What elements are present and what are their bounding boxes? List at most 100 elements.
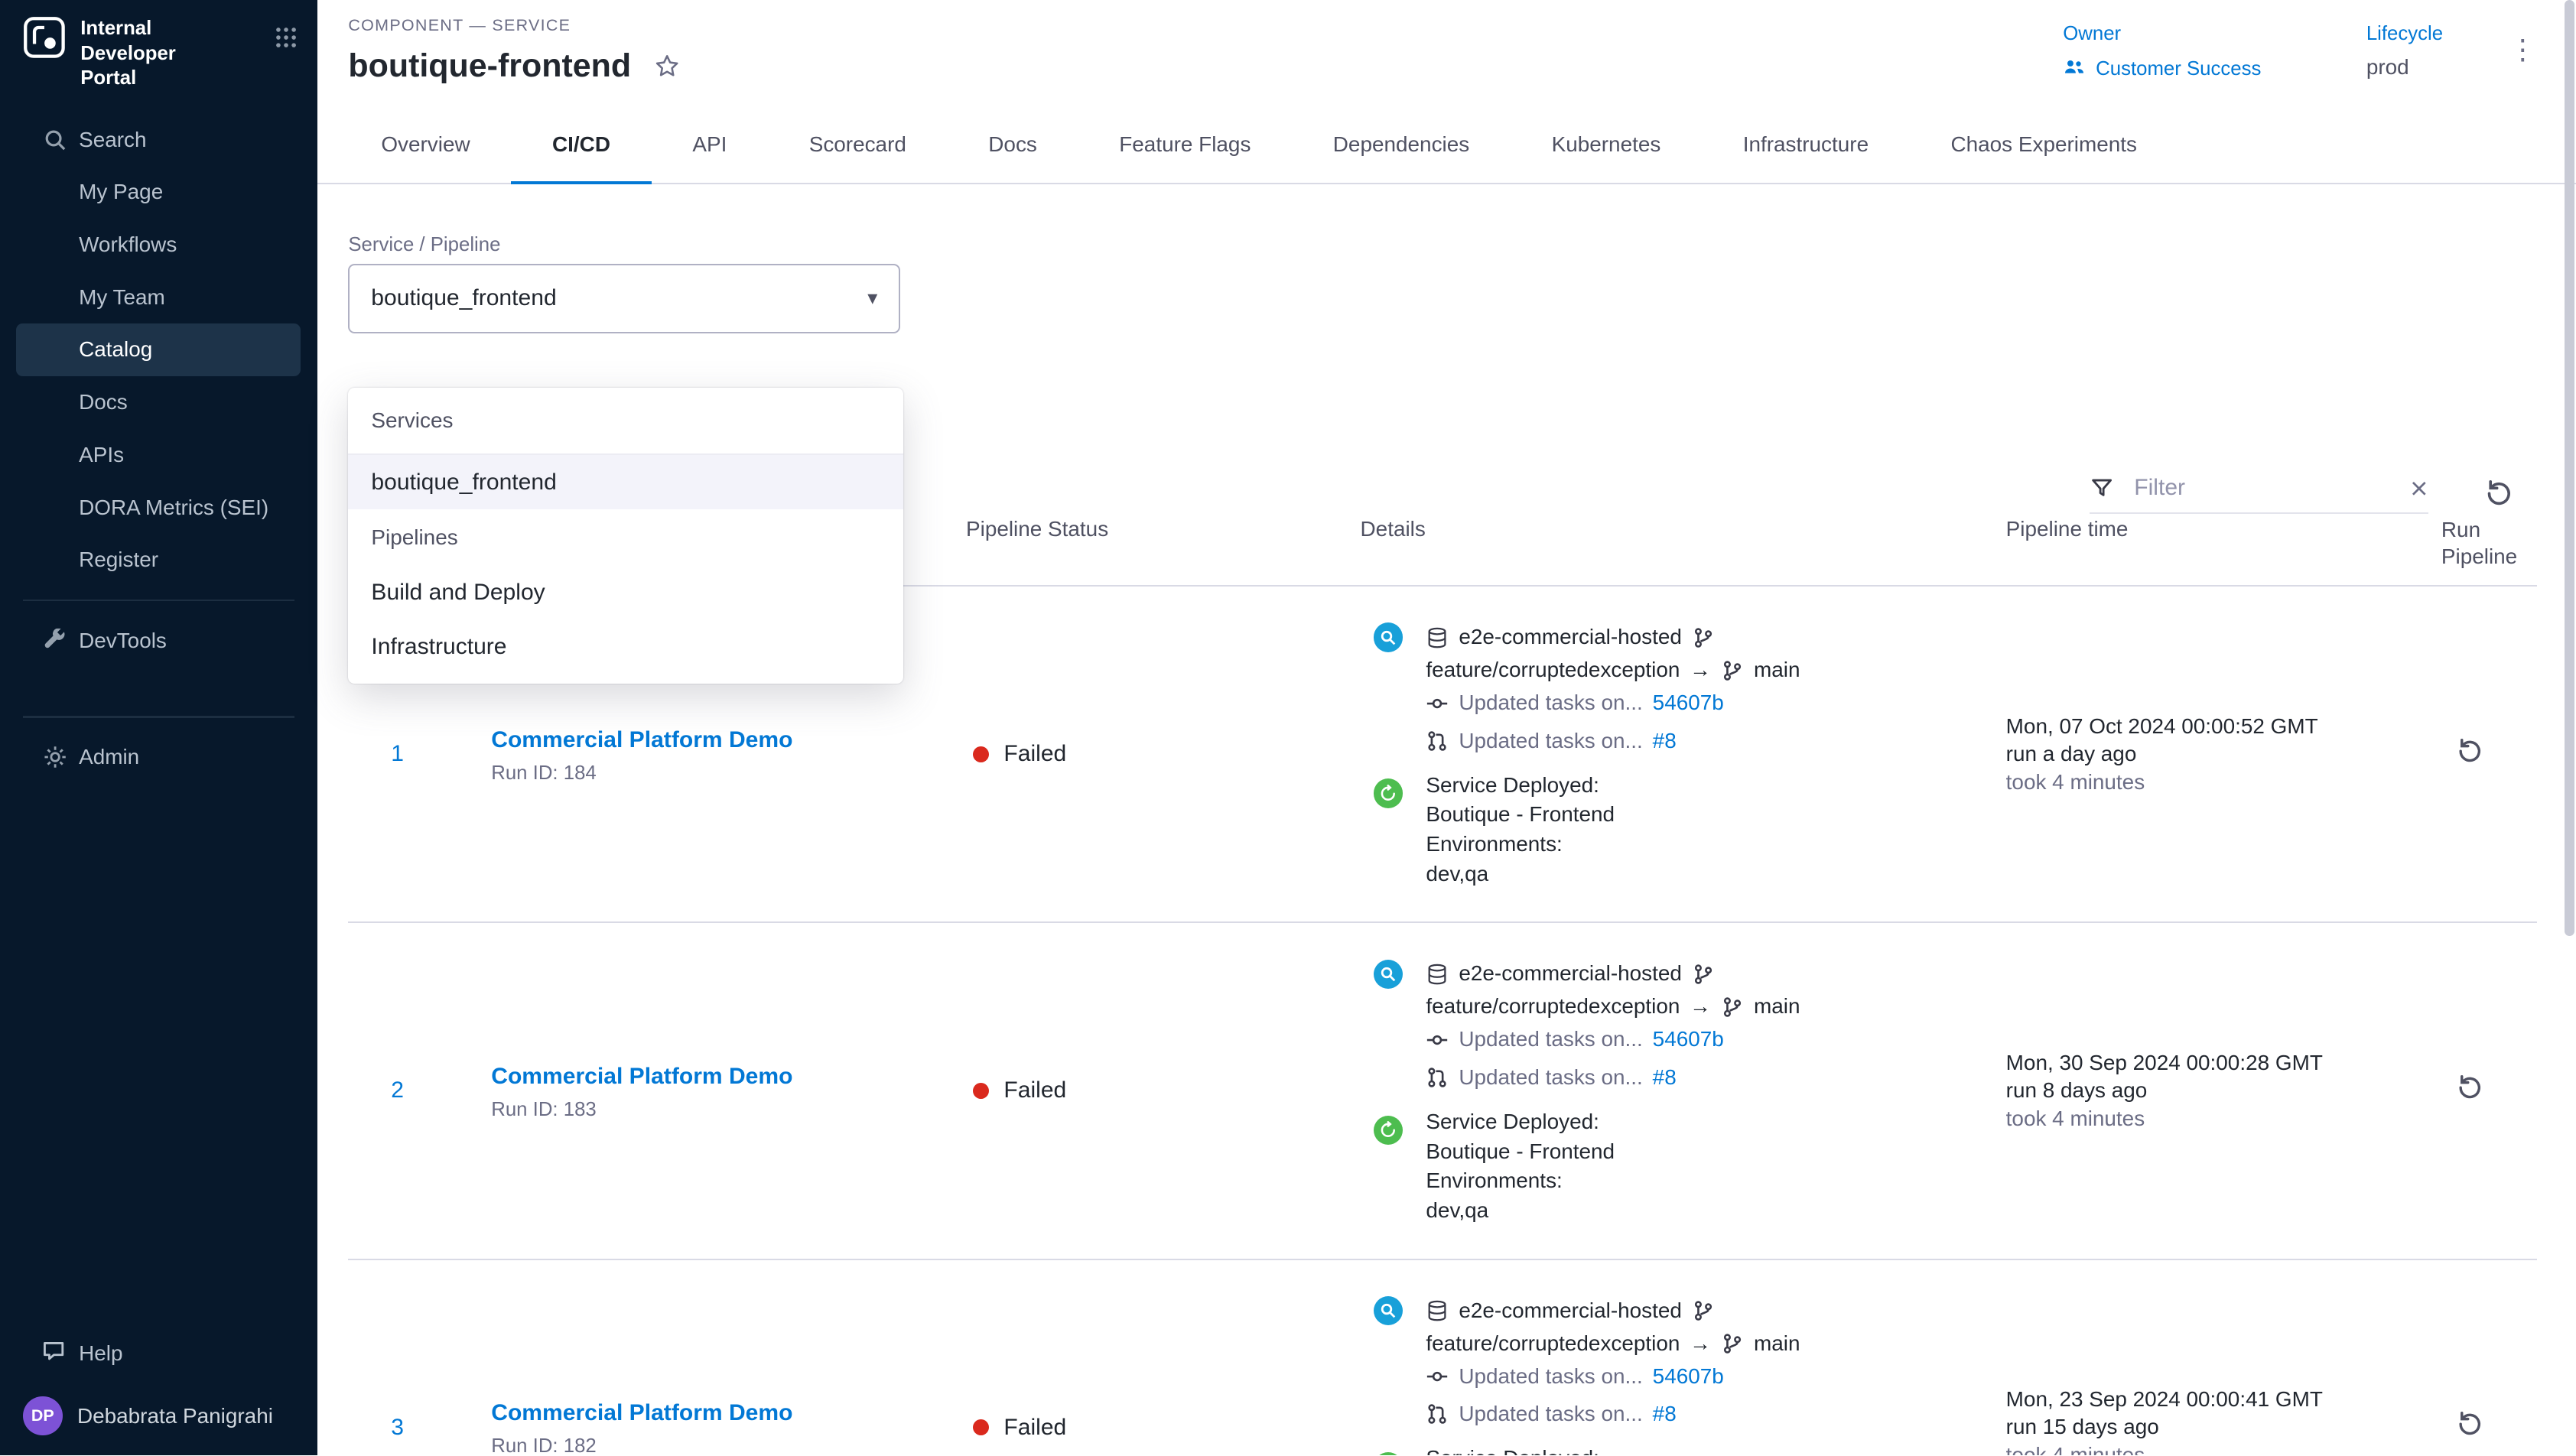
dropdown-option-boutique-frontend[interactable]: boutique_frontend (348, 455, 903, 509)
branch-to: main (1754, 654, 1800, 687)
status-label: Failed (1003, 741, 1066, 767)
pr-message: Updated tasks on... (1459, 1061, 1642, 1094)
table-row: 2 Commercial Platform Demo Run ID: 183 F… (348, 923, 2536, 1259)
user-name: Debabrata Panigrahi (77, 1404, 273, 1428)
pipeline-name-link[interactable]: Commercial Platform Demo (491, 1400, 792, 1426)
status-label: Failed (1003, 1415, 1066, 1441)
sidebar-item-workflows[interactable]: Workflows (0, 219, 317, 271)
run-sequence[interactable]: 2 (348, 1077, 491, 1103)
cd-detail: Environments: (1426, 830, 1615, 860)
status-failed-dot (973, 1083, 989, 1099)
lifecycle-label[interactable]: Lifecycle (2366, 23, 2443, 45)
sidebar-item-my-page[interactable]: My Page (0, 166, 317, 219)
repo-name: e2e-commercial-hosted (1459, 1295, 1682, 1328)
run-duration: took 4 minutes (2006, 1105, 2441, 1133)
arrow-right-icon: → (1690, 1328, 1711, 1360)
repo-name: e2e-commercial-hosted (1459, 621, 1682, 654)
lifecycle-block: Lifecycle prod (2366, 23, 2443, 80)
arrow-right-icon: → (1690, 654, 1711, 687)
user-menu[interactable]: DP Debabrata Panigrahi (0, 1380, 317, 1435)
sidebar-divider (23, 600, 294, 601)
tab-kubernetes[interactable]: Kubernetes (1511, 104, 1702, 183)
wrench-icon (43, 629, 67, 653)
dropdown-option-build-and-deploy[interactable]: Build and Deploy (348, 565, 903, 619)
run-ago: run 8 days ago (2006, 1077, 2441, 1105)
tab-docs[interactable]: Docs (948, 104, 1078, 183)
owner-link[interactable]: Customer Success (2063, 55, 2261, 83)
sidebar-item-search[interactable]: Search (0, 113, 317, 166)
brand-header: Internal Developer Portal (0, 0, 317, 90)
run-ago: run a day ago (2006, 740, 2441, 769)
sidebar-item-dora-metrics[interactable]: DORA Metrics (SEI) (0, 481, 317, 534)
apps-grid-icon[interactable] (275, 26, 298, 56)
branch-icon (1721, 659, 1744, 682)
pipeline-name-link[interactable]: Commercial Platform Demo (491, 1064, 792, 1090)
commit-sha-link[interactable]: 54607b (1653, 687, 1724, 720)
rerun-pipeline-button[interactable] (2456, 1410, 2484, 1438)
col-pipeline-status: Pipeline Status (966, 517, 1361, 570)
breadcrumb: COMPONENT — SERVICE (348, 16, 680, 35)
favorite-star-icon[interactable] (654, 53, 680, 79)
tab-api[interactable]: API (652, 104, 768, 183)
tab-infrastructure[interactable]: Infrastructure (1702, 104, 1910, 183)
pull-request-icon (1426, 1066, 1449, 1089)
owner-label[interactable]: Owner (2063, 23, 2261, 45)
sidebar-item-apis[interactable]: APIs (0, 429, 317, 482)
commit-message: Updated tasks on... (1459, 1023, 1642, 1056)
commit-icon (1426, 1365, 1449, 1388)
commit-sha-link[interactable]: 54607b (1653, 1360, 1724, 1393)
pr-number-link[interactable]: #8 (1653, 1061, 1677, 1094)
rerun-pipeline-button[interactable] (2456, 737, 2484, 765)
filter-funnel-icon (2090, 476, 2114, 500)
sidebar-item-label: Catalog (79, 337, 152, 362)
run-id: Run ID: 184 (491, 762, 966, 785)
sidebar-item-label: My Team (79, 285, 165, 310)
kebab-menu-icon[interactable]: ⋮ (2509, 36, 2537, 64)
run-sequence[interactable]: 1 (348, 741, 491, 767)
cd-stage-icon (1374, 778, 1403, 808)
vertical-scrollbar[interactable] (2565, 0, 2574, 936)
sidebar-item-admin[interactable]: Admin (0, 731, 317, 784)
search-icon (43, 127, 67, 151)
sidebar-item-register[interactable]: Register (0, 534, 317, 587)
rerun-pipeline-button[interactable] (2456, 1074, 2484, 1102)
clear-filter-icon[interactable] (2410, 479, 2428, 498)
service-pipeline-select[interactable]: boutique_frontend ▾ (348, 264, 900, 333)
sidebar-spacer (0, 667, 317, 703)
repo-name: e2e-commercial-hosted (1459, 957, 1682, 990)
branch-to: main (1754, 990, 1800, 1023)
run-sequence[interactable]: 3 (348, 1415, 491, 1441)
run-duration: took 4 minutes (2006, 1441, 2441, 1455)
branch-icon (1692, 626, 1715, 649)
run-date: Mon, 23 Sep 2024 00:00:41 GMT (2006, 1386, 2441, 1414)
cd-detail: Service Deployed: (1426, 1107, 1615, 1137)
refresh-table-button[interactable] (2484, 479, 2514, 509)
app-window: Internal Developer Portal Search My Page… (0, 0, 2576, 1455)
owner-block: Owner Customer Success (2063, 23, 2261, 83)
sidebar-item-my-team[interactable]: My Team (0, 271, 317, 323)
dropdown-option-infrastructure[interactable]: Infrastructure (348, 619, 903, 674)
lifecycle-value: prod (2366, 55, 2443, 80)
help-label: Help (79, 1341, 122, 1366)
help-button[interactable]: Help (0, 1328, 317, 1380)
ci-stage-icon (1374, 1296, 1403, 1326)
branch-icon (1692, 963, 1715, 986)
tab-overview[interactable]: Overview (340, 104, 512, 183)
table-toolbar (2090, 473, 2513, 514)
pr-number-link[interactable]: #8 (1653, 1398, 1677, 1431)
tab-feature-flags[interactable]: Feature Flags (1078, 104, 1293, 183)
tab-cicd[interactable]: CI/CD (511, 104, 651, 183)
tab-dependencies[interactable]: Dependencies (1292, 104, 1511, 183)
sidebar-item-catalog[interactable]: Catalog (16, 323, 301, 376)
tab-chaos-experiments[interactable]: Chaos Experiments (1910, 104, 2178, 183)
sidebar-item-docs[interactable]: Docs (0, 376, 317, 429)
tab-scorecard[interactable]: Scorecard (768, 104, 948, 183)
sidebar-item-devtools[interactable]: DevTools (0, 614, 317, 667)
pr-number-link[interactable]: #8 (1653, 725, 1677, 758)
commit-message: Updated tasks on... (1459, 687, 1642, 720)
commit-sha-link[interactable]: 54607b (1653, 1023, 1724, 1056)
sidebar-item-label: APIs (79, 443, 124, 467)
gear-icon (43, 745, 67, 769)
filter-input[interactable] (2131, 473, 2394, 502)
pipeline-name-link[interactable]: Commercial Platform Demo (491, 727, 792, 753)
